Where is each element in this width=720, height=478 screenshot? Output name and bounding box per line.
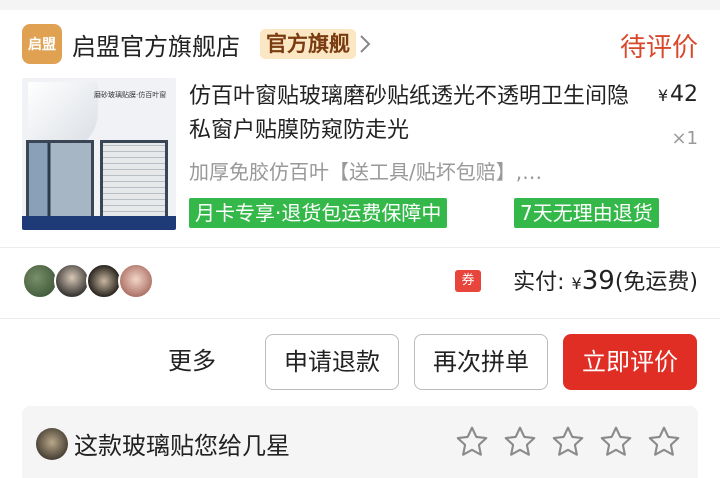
refund-button[interactable]: 申请退款 <box>265 334 399 390</box>
paid-currency: ¥ <box>571 274 582 293</box>
avatar <box>54 263 90 299</box>
service-tag-return: 7天无理由退货 <box>514 198 659 228</box>
window-blind-graphic <box>100 140 168 220</box>
paid-amount: 实付: ¥39(免运费) <box>513 264 698 296</box>
shop-name[interactable]: 启盟官方旗舰店 <box>72 27 240 62</box>
avatar <box>22 263 58 299</box>
top-gap <box>0 0 720 10</box>
product-title[interactable]: 仿百叶窗贴玻璃磨砂贴纸透光不透明卫生间隐私窗户贴膜防窥防走光 <box>189 80 639 148</box>
product-quantity: ×1 <box>671 128 698 149</box>
star-outline-icon[interactable] <box>550 424 586 460</box>
star-outline-icon[interactable] <box>646 424 682 460</box>
rating-prompt: 这款玻璃贴您给几星 <box>74 432 290 460</box>
divider <box>0 247 720 248</box>
rating-panel: 这款玻璃贴您给几星 <box>22 406 698 478</box>
star-outline-icon[interactable] <box>454 424 490 460</box>
avatar <box>118 263 154 299</box>
product-price: ¥42 <box>658 82 698 107</box>
divider <box>0 318 720 319</box>
shop-badge: 官方旗舰 <box>260 29 356 59</box>
product-spec: 加厚免胶仿百叶【送工具/贴坏包赔】,… <box>189 160 543 184</box>
price-value: 42 <box>670 82 698 107</box>
image-footer-bar <box>22 216 176 230</box>
star-outline-icon[interactable] <box>598 424 634 460</box>
shop-header[interactable]: 启盟 启盟官方旗舰店 官方旗舰 待评价 <box>0 18 720 74</box>
product-image-caption: 磨砂玻璃贴膜·仿百叶窗 <box>94 91 167 99</box>
rebuy-button[interactable]: 再次拼单 <box>414 334 548 390</box>
window-clear-graphic <box>26 140 94 220</box>
coupon-icon: 券 <box>455 270 481 292</box>
review-button[interactable]: 立即评价 <box>563 334 697 390</box>
product-image[interactable]: 磨砂玻璃贴膜·仿百叶窗 <box>22 78 176 230</box>
service-tag-freight: 月卡专享·退货包运费保障中 <box>189 198 448 228</box>
price-currency: ¥ <box>657 86 668 105</box>
avatar <box>86 263 122 299</box>
shop-logo: 启盟 <box>22 24 62 64</box>
paid-label: 实付: <box>513 270 565 295</box>
star-outline-icon[interactable] <box>502 424 538 460</box>
chevron-right-icon[interactable] <box>358 32 372 56</box>
more-button[interactable]: 更多 <box>150 334 234 390</box>
shipping-note: (免运费) <box>614 270 698 295</box>
order-status: 待评价 <box>619 33 698 63</box>
avatar <box>36 428 68 460</box>
paid-value: 39 <box>581 266 615 296</box>
